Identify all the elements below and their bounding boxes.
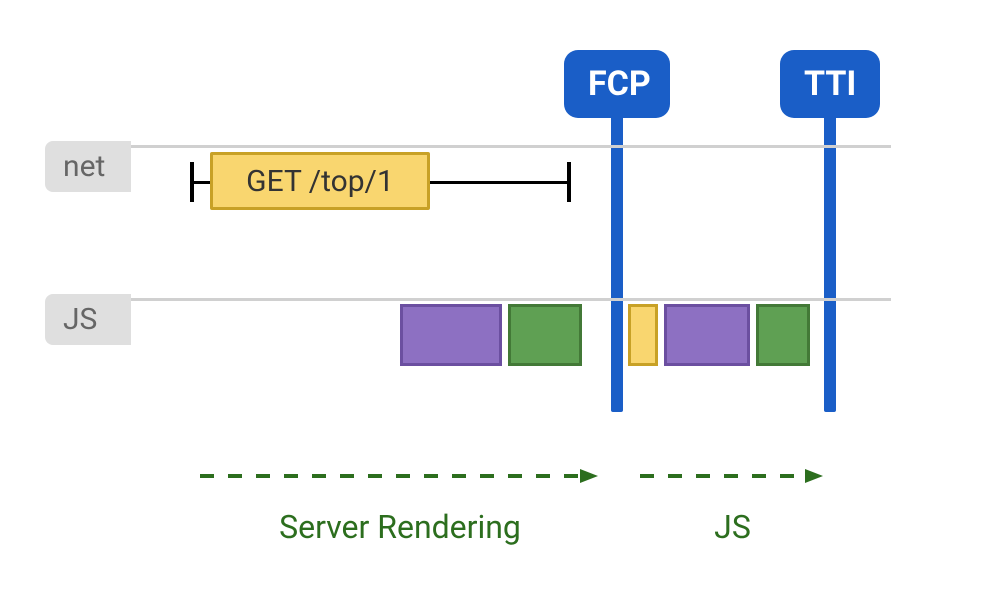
js-phase-label: JS: [640, 508, 825, 546]
js-block-purple-2: [664, 304, 750, 366]
get-request-label: GET /top/1: [246, 164, 394, 199]
js-block-purple-1: [400, 304, 502, 366]
fcp-badge: FCP: [564, 50, 670, 118]
timeline-diagram: FCP TTI net GET /top/1 JS Server Renderi…: [0, 0, 994, 614]
js-phase-arrow: [640, 466, 825, 486]
js-block-green-2: [756, 304, 810, 366]
net-lane-label: net: [45, 141, 131, 192]
net-lane-line: [131, 145, 891, 148]
js-lane-label: JS: [45, 294, 131, 345]
tti-badge: TTI: [780, 50, 880, 118]
server-rendering-arrow: [200, 466, 600, 486]
js-block-green-1: [508, 304, 582, 366]
tti-line: [824, 112, 836, 412]
bracket-end-cap: [567, 162, 571, 202]
js-block-yellow: [628, 304, 658, 366]
js-lane-line: [131, 298, 891, 301]
server-rendering-label: Server Rendering: [200, 508, 600, 546]
get-request-box: GET /top/1: [210, 152, 430, 210]
fcp-line: [611, 112, 623, 412]
